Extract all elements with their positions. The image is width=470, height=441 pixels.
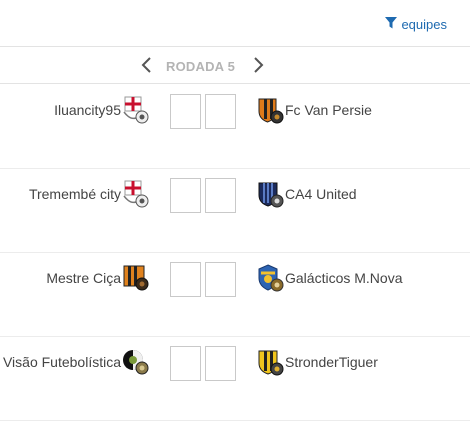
chevron-left-icon[interactable] [139, 56, 155, 74]
black-round-crest-icon [122, 348, 150, 376]
teams-filter-label: equipes [401, 17, 447, 32]
match-row: Tremembé city CA4 United [0, 168, 470, 253]
home-team-name: Tremembé city [28, 186, 121, 202]
home-score-input[interactable] [170, 94, 201, 129]
england-cross-crest-icon [122, 96, 150, 124]
match-row: Iluancity95 Fc Van Persie [0, 84, 470, 169]
chevron-right-icon[interactable] [250, 56, 266, 74]
funnel-icon [385, 17, 398, 32]
away-score-input[interactable] [205, 346, 236, 381]
home-team-name: Mestre Ciça [46, 270, 121, 286]
away-team-name: Fc Van Persie [285, 102, 372, 118]
home-score-input[interactable] [170, 346, 201, 381]
away-score-input[interactable] [205, 262, 236, 297]
round-navigator: RODADA 5 [0, 47, 470, 84]
round-label: RODADA 5 [166, 59, 236, 74]
away-team-name: StronderTiguer [285, 354, 378, 370]
england-cross-crest-icon [122, 180, 150, 208]
match-row: Mestre Ciça Galácticos M.Nova [0, 252, 470, 337]
teams-filter-button[interactable]: equipes [385, 17, 447, 32]
match-row: Visão Futebolística StronderTiguer [0, 336, 470, 421]
orange-black-flag-crest-icon [122, 264, 150, 292]
blue-gold-shield-crest-icon [256, 264, 284, 292]
away-team-name: CA4 United [285, 186, 357, 202]
home-team-name: Visão Futebolística [2, 354, 121, 370]
yellow-black-shield-crest-icon [256, 348, 284, 376]
away-score-input[interactable] [205, 94, 236, 129]
away-team-name: Galácticos M.Nova [285, 270, 403, 286]
top-bar: equipes [0, 0, 470, 47]
orange-black-shield-crest-icon [256, 96, 284, 124]
home-score-input[interactable] [170, 262, 201, 297]
home-score-input[interactable] [170, 178, 201, 213]
home-team-name: Iluancity95 [54, 102, 121, 118]
navy-striped-crest-icon [256, 180, 284, 208]
away-score-input[interactable] [205, 178, 236, 213]
